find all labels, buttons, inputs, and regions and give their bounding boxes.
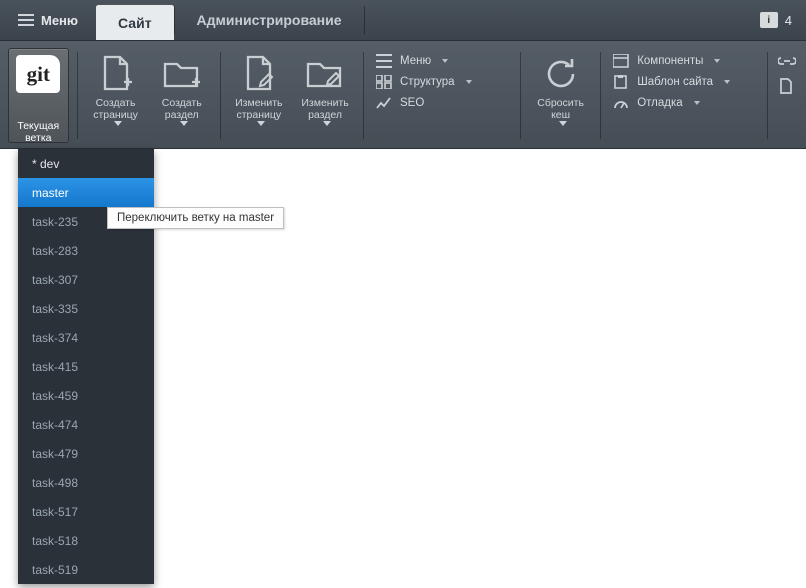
branch-item[interactable]: task-519 (18, 555, 154, 584)
item-label: SEO (400, 97, 424, 109)
toolbar-edge-buttons (776, 48, 798, 143)
tab-admin[interactable]: Администрирование (175, 0, 364, 40)
branch-item[interactable]: * dev (18, 149, 154, 178)
tool-label: Сбросить кеш (537, 97, 584, 121)
create-section-button[interactable]: Создать раздел (152, 48, 212, 143)
divider (767, 52, 768, 139)
item-label: Отладка (637, 97, 682, 109)
branch-item[interactable]: task-518 (18, 526, 154, 555)
branch-tooltip: Переключить ветку на master (107, 207, 284, 229)
branch-item[interactable]: task-479 (18, 439, 154, 468)
menu-label: Меню (41, 13, 78, 28)
chevron-down-icon (180, 121, 188, 126)
menu-item-seo[interactable]: SEO (376, 94, 506, 112)
branch-item[interactable]: task-498 (18, 468, 154, 497)
info-icon: i (760, 12, 778, 28)
menu-button[interactable]: Меню (0, 0, 96, 40)
git-label: Текущая ветка (17, 120, 62, 144)
gauge-icon (613, 96, 629, 110)
item-label: Меню (400, 55, 431, 67)
clipboard-icon (613, 75, 629, 89)
branch-item[interactable]: task-415 (18, 352, 154, 381)
notification-count: 4 (785, 13, 792, 28)
chevron-down-icon (724, 80, 730, 84)
toolbar-panel-menu: Меню Структура SEO (372, 48, 512, 143)
notification-button[interactable]: i 4 (746, 0, 806, 40)
tool-label: Создать страницу (93, 97, 138, 121)
item-label: Шаблон сайта (637, 76, 713, 88)
menu-item-components[interactable]: Компоненты (613, 52, 753, 70)
list-icon (376, 54, 392, 68)
menu-item-menu[interactable]: Меню (376, 52, 506, 70)
chevron-down-icon (442, 59, 448, 63)
chevron-down-icon (466, 80, 472, 84)
chevron-down-icon (694, 101, 700, 105)
page-plus-icon (99, 54, 133, 94)
item-label: Компоненты (637, 55, 703, 67)
branch-item[interactable]: task-459 (18, 381, 154, 410)
page-edit-icon (242, 54, 276, 94)
chart-icon (376, 96, 392, 110)
tool-label: Изменить страницу (235, 97, 282, 121)
branch-item[interactable]: task-283 (18, 236, 154, 265)
branch-item[interactable]: task-307 (18, 265, 154, 294)
tab-label: Администрирование (197, 12, 342, 28)
git-branch-button[interactable]: git Текущая ветка dev ✓ (8, 48, 69, 143)
content-area: * devmastertask-235task-283task-307task-… (0, 149, 806, 588)
toolbar: git Текущая ветка dev ✓ Создать страницу… (0, 41, 806, 149)
tab-site[interactable]: Сайт (96, 4, 174, 40)
menu-item-structure[interactable]: Структура (376, 73, 506, 91)
refresh-icon (542, 54, 580, 94)
branch-item[interactable]: master (18, 178, 154, 207)
divider (600, 52, 601, 139)
file-icon[interactable] (778, 78, 794, 94)
chevron-down-icon (323, 121, 331, 126)
chevron-down-icon (559, 121, 567, 126)
divider (520, 52, 521, 139)
chevron-down-icon (114, 121, 122, 126)
divider (77, 52, 78, 139)
reset-cache-button[interactable]: Сбросить кеш (529, 48, 593, 143)
toolbar-panel-tools: Компоненты Шаблон сайта Отладка (609, 48, 759, 143)
edit-page-button[interactable]: Изменить страницу (229, 48, 289, 143)
topbar: Меню Сайт Администрирование i 4 (0, 0, 806, 41)
chevron-down-icon (714, 59, 720, 63)
tab-label: Сайт (118, 15, 152, 31)
hamburger-icon (18, 14, 34, 26)
branch-item[interactable]: task-374 (18, 323, 154, 352)
edit-section-button[interactable]: Изменить раздел (295, 48, 355, 143)
folder-edit-icon (305, 54, 345, 94)
branch-item[interactable]: task-335 (18, 294, 154, 323)
menu-item-debug[interactable]: Отладка (613, 94, 753, 112)
item-label: Структура (400, 76, 455, 88)
folder-plus-icon (162, 54, 202, 94)
branch-item[interactable]: task-517 (18, 497, 154, 526)
grid-icon (376, 75, 392, 89)
create-page-button[interactable]: Создать страницу (85, 48, 145, 143)
tool-label: Создать раздел (162, 97, 202, 121)
divider (220, 52, 221, 139)
tool-label: Изменить раздел (301, 97, 348, 121)
chevron-down-icon (257, 121, 265, 126)
link-icon[interactable] (778, 54, 796, 68)
branch-item[interactable]: task-474 (18, 410, 154, 439)
git-icon: git (16, 55, 60, 93)
divider (363, 52, 364, 139)
window-icon (613, 54, 629, 68)
menu-item-template[interactable]: Шаблон сайта (613, 73, 753, 91)
